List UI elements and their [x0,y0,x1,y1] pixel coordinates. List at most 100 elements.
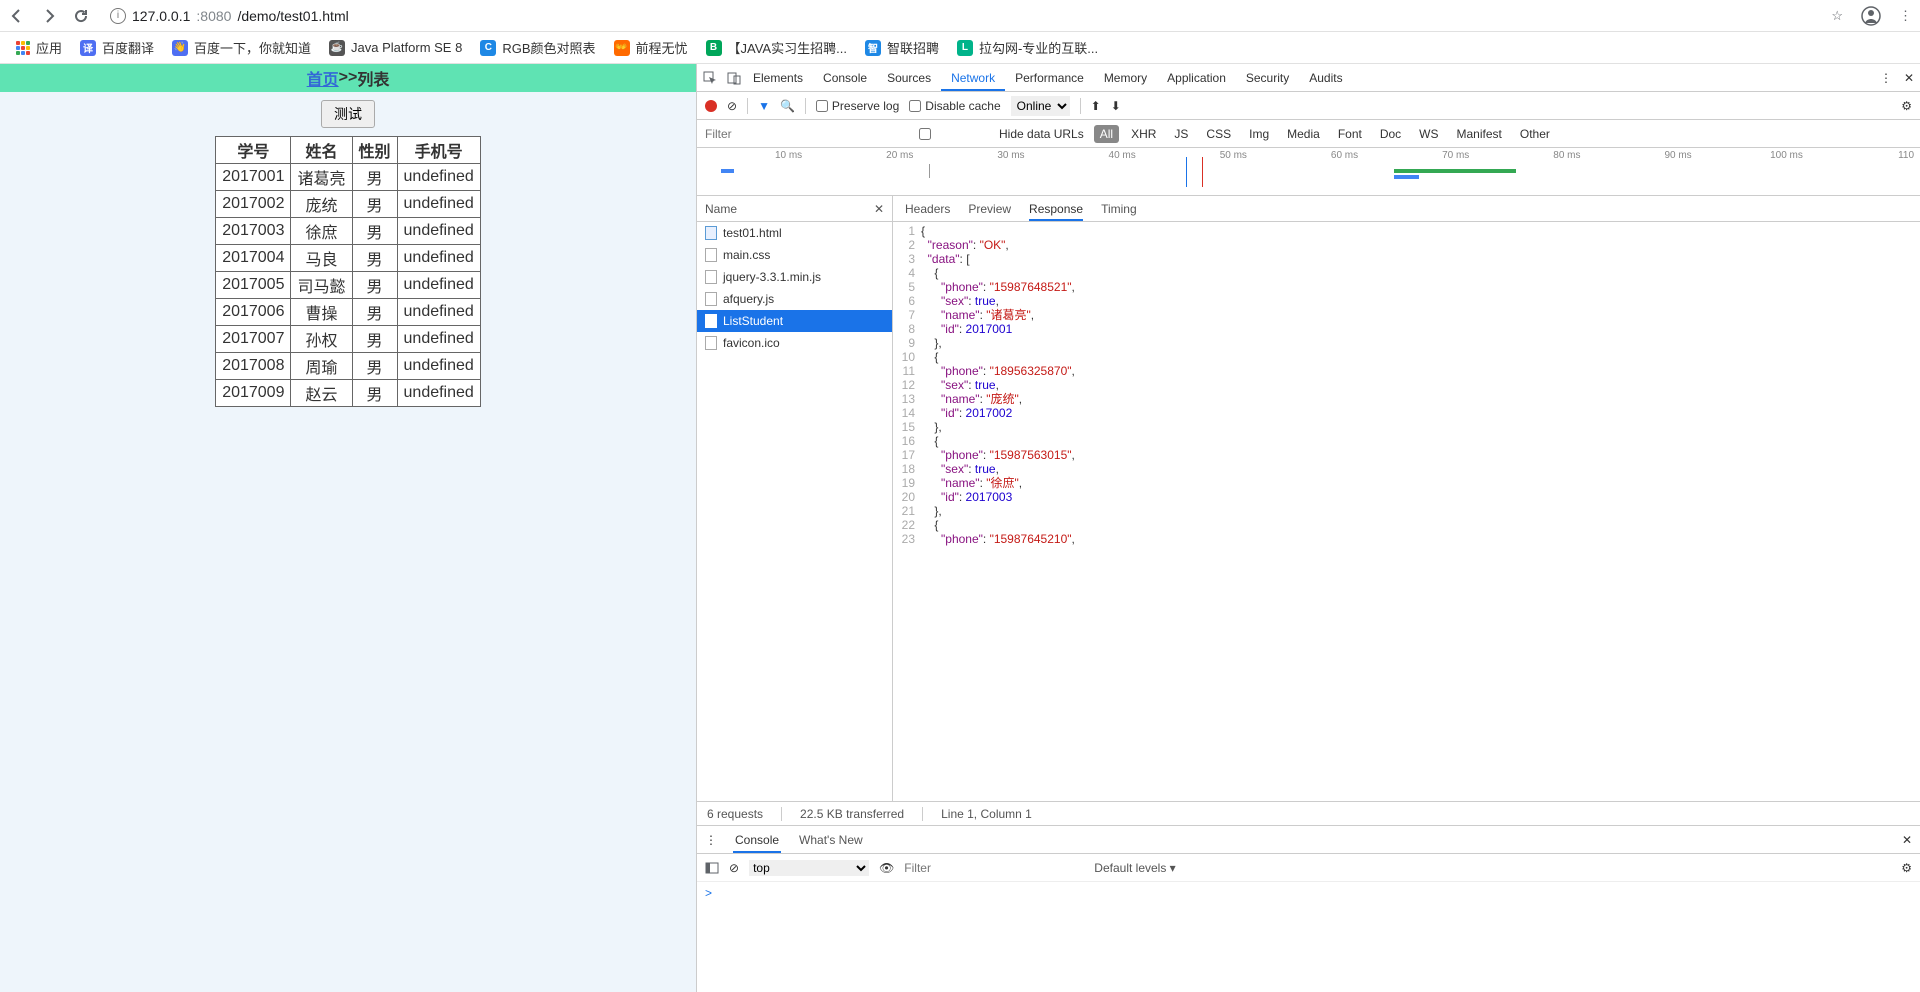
network-request[interactable]: test01.html [697,222,892,244]
address-bar[interactable]: i 127.0.0.1:8080/demo/test01.html [104,8,1817,24]
devtools-tab-memory[interactable]: Memory [1094,65,1157,91]
drawer-menu-icon[interactable]: ⋮ [705,833,717,847]
back-button[interactable] [8,7,26,25]
filter-type-css[interactable]: CSS [1200,125,1237,143]
devtools-tab-sources[interactable]: Sources [877,65,941,91]
reload-button[interactable] [72,7,90,25]
devtools-menu-icon[interactable]: ⋮ [1880,71,1892,85]
devtools-tabs: ElementsConsoleSourcesNetworkPerformance… [697,64,1920,92]
devtools-tab-network[interactable]: Network [941,65,1005,91]
network-filter-input[interactable] [705,127,845,141]
devtools-tab-security[interactable]: Security [1236,65,1299,91]
detail-tab-timing[interactable]: Timing [1101,197,1137,221]
network-request[interactable]: ListStudent [697,310,892,332]
console-settings-icon[interactable]: ⚙ [1901,861,1912,875]
detail-tab-preview[interactable]: Preview [968,197,1011,221]
bookmark-label: Java Platform SE 8 [351,40,462,55]
bookmark-label: 百度一下，你就知道 [194,38,311,57]
console-levels-select[interactable]: Default levels ▾ [1094,861,1175,875]
bookmark-item[interactable]: 译百度翻译 [80,38,154,57]
devtools-tab-performance[interactable]: Performance [1005,65,1094,91]
device-toggle-icon[interactable] [727,71,741,85]
disable-cache-checkbox[interactable]: Disable cache [909,99,1000,113]
bookmark-item[interactable]: 智智联招聘 [865,38,939,57]
table-cell: 孙权 [291,326,352,353]
search-icon[interactable]: 🔍 [780,99,795,113]
bookmark-favicon: L [957,40,973,56]
clear-icon[interactable]: ⊘ [727,99,737,113]
name-column-header[interactable]: Name [705,202,737,216]
bookmark-item[interactable]: L拉勾网-专业的互联... [957,38,1098,57]
filter-type-ws[interactable]: WS [1413,125,1444,143]
devtools-tab-elements[interactable]: Elements [743,65,813,91]
record-button[interactable] [705,100,717,112]
throttling-select[interactable]: Online [1011,96,1070,116]
filter-type-doc[interactable]: Doc [1374,125,1407,143]
filter-type-media[interactable]: Media [1281,125,1326,143]
filter-type-manifest[interactable]: Manifest [1451,125,1508,143]
hide-data-urls-checkbox[interactable]: Hide data URLs [855,127,1084,141]
console-filter-input[interactable] [904,861,1084,875]
bookmark-label: 【JAVA实习生招聘... [728,38,847,57]
filter-type-xhr[interactable]: XHR [1125,125,1162,143]
bookmark-item[interactable]: 👋百度一下，你就知道 [172,38,311,57]
devtools-tab-audits[interactable]: Audits [1299,65,1352,91]
profile-icon[interactable] [1861,6,1881,26]
network-request[interactable]: main.css [697,244,892,266]
drawer-close-icon[interactable]: ✕ [1902,833,1912,847]
network-request[interactable]: afquery.js [697,288,892,310]
response-body[interactable]: 1234567891011121314151617181920212223 { … [893,222,1920,801]
console-sidebar-toggle-icon[interactable] [705,861,719,875]
filter-type-all[interactable]: All [1094,125,1119,143]
console-context-select[interactable]: top [749,860,869,876]
inspect-icon[interactable] [703,71,717,85]
site-info-icon[interactable]: i [110,8,126,24]
table-row: 2017006曹操男undefined [216,299,481,326]
drawer-tab-console[interactable]: Console [733,827,781,853]
bookmark-favicon: 智 [865,40,881,56]
request-name: ListStudent [723,314,783,328]
bookmark-item[interactable]: CRGB颜色对照表 [480,38,595,57]
devtools-close-icon[interactable]: ✕ [1904,71,1914,85]
network-timeline[interactable]: 10 ms20 ms30 ms40 ms50 ms60 ms70 ms80 ms… [697,148,1920,196]
upload-icon[interactable]: ⬆ [1091,99,1101,113]
network-request-list: Name ✕ test01.html main.cssjquery-3.3.1.m… [697,196,893,801]
table-header: 学号 [216,137,291,164]
request-name: test01.html [723,226,782,240]
filter-toggle-icon[interactable]: ▼ [758,99,770,113]
menu-icon[interactable]: ⋮ [1899,8,1912,24]
timeline-tick: 40 ms [1031,150,1142,161]
preserve-log-checkbox[interactable]: Preserve log [816,99,899,113]
devtools-tab-console[interactable]: Console [813,65,877,91]
filter-type-other[interactable]: Other [1514,125,1556,143]
filter-type-js[interactable]: JS [1168,125,1194,143]
bookmark-star-icon[interactable]: ☆ [1831,8,1843,24]
table-cell: 2017005 [216,272,291,299]
network-settings-icon[interactable]: ⚙ [1901,99,1912,113]
network-detail-panel: Headers Preview Response Timing 12345678910… [893,196,1920,801]
home-link[interactable]: 首页 [307,66,339,90]
network-request[interactable]: favicon.ico [697,332,892,354]
console-output[interactable]: > [697,882,1920,992]
console-clear-icon[interactable]: ⊘ [729,861,739,875]
request-name: afquery.js [723,292,774,306]
filter-type-font[interactable]: Font [1332,125,1368,143]
bookmark-item[interactable]: 👐前程无忧 [614,38,688,57]
devtools-tab-application[interactable]: Application [1157,65,1236,91]
detail-tab-headers[interactable]: Headers [905,197,950,221]
apps-shortcut[interactable]: 应用 [16,38,62,57]
file-icon [705,314,717,328]
forward-button[interactable] [40,7,58,25]
download-icon[interactable]: ⬇ [1111,99,1121,113]
bookmark-label: 智联招聘 [887,38,939,57]
close-details-icon[interactable]: ✕ [874,202,884,216]
network-request[interactable]: jquery-3.3.1.min.js [697,266,892,288]
test-button[interactable]: 测试 [321,100,375,128]
bookmark-item[interactable]: B【JAVA实习生招聘... [706,38,847,57]
url-path: /demo/test01.html [237,8,348,24]
filter-type-img[interactable]: Img [1243,125,1275,143]
detail-tab-response[interactable]: Response [1029,197,1083,221]
bookmark-item[interactable]: ☕Java Platform SE 8 [329,38,462,57]
live-expression-icon[interactable]: 👁 [879,861,894,875]
drawer-tab-whatsnew[interactable]: What's New [797,827,865,853]
